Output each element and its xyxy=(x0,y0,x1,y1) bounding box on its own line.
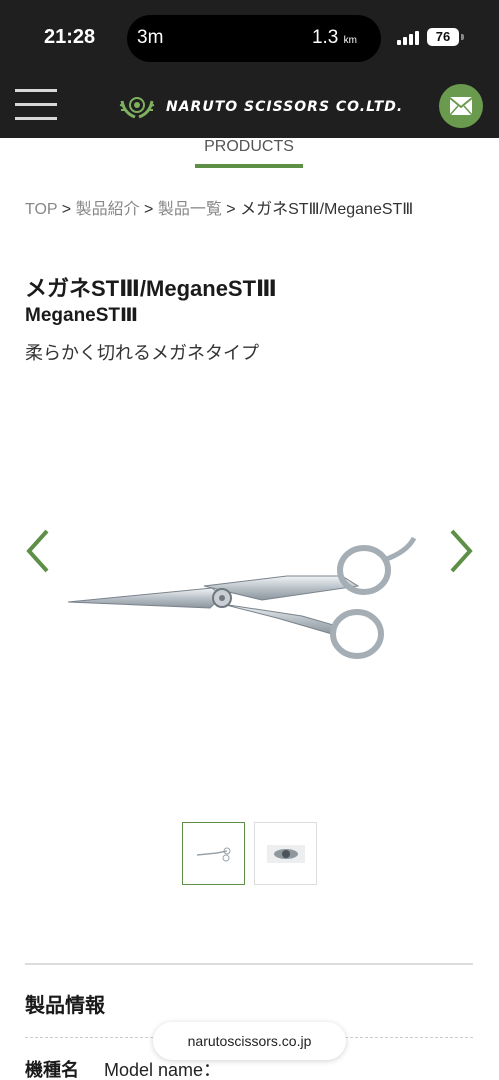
thumbnail-scissors-image xyxy=(196,847,231,862)
status-time: 21:28 xyxy=(44,26,96,48)
battery-tip xyxy=(461,34,464,40)
breadcrumb-product-list[interactable]: 製品一覧 xyxy=(158,201,222,218)
breadcrumb: TOP > 製品紹介 > 製品一覧 > メガネSTⅢ/MeganeSTⅢ xyxy=(25,201,475,218)
product-title: メガネSTⅢ/MeganeSTⅢ xyxy=(25,276,277,301)
tab-products-label: PRODUCTS xyxy=(204,138,294,155)
product-image-scissors xyxy=(67,536,417,659)
breadcrumb-top[interactable]: TOP xyxy=(25,201,57,218)
chevron-left-icon[interactable] xyxy=(23,527,53,575)
thumbnail-pivot-image xyxy=(267,845,305,863)
section-divider xyxy=(25,963,473,965)
site-logo[interactable]: NARUTO SCISSORS CO.LTD. xyxy=(118,93,403,121)
mail-icon xyxy=(449,97,473,116)
model-name-label: 機種名 xyxy=(25,1060,79,1080)
chevron-right-icon[interactable] xyxy=(446,527,476,575)
breadcrumb-products-intro[interactable]: 製品紹介 xyxy=(76,201,140,218)
product-description: 柔らかく切れるメガネタイプ xyxy=(25,343,259,363)
dynamic-island[interactable]: 3m 1.3 km xyxy=(127,15,381,62)
live-activity-timer: 3m xyxy=(137,27,164,48)
breadcrumb-separator: > xyxy=(61,201,72,218)
live-activity-distance: 1.3 km xyxy=(311,27,357,48)
status-bar: 21:28 3m 1.3 km 76 xyxy=(0,0,499,75)
tab-products[interactable]: PRODUCTS xyxy=(195,138,303,168)
gallery-thumbnail-1[interactable] xyxy=(182,822,245,885)
site-header: NARUTO SCISSORS CO.LTD. xyxy=(0,75,499,138)
breadcrumb-separator: > xyxy=(144,201,154,218)
breadcrumb-separator: > xyxy=(226,201,236,218)
product-subtitle: MeganeSTⅢ xyxy=(25,305,138,326)
browser-url-bar[interactable]: narutoscissors.co.jp xyxy=(153,1022,346,1060)
hamburger-icon[interactable] xyxy=(15,89,57,121)
product-info-heading: 製品情報 xyxy=(25,995,105,1017)
signal-icon xyxy=(397,31,421,45)
tab-active-indicator xyxy=(195,164,303,168)
breadcrumb-current: メガネSTⅢ/MeganeSTⅢ xyxy=(240,201,414,218)
mail-button[interactable] xyxy=(439,84,483,128)
gallery-thumbnail-2[interactable] xyxy=(254,822,317,885)
laurel-emblem-icon xyxy=(119,97,155,119)
logo-text: NARUTO SCISSORS CO.LTD. xyxy=(166,99,404,115)
battery-icon: 76 xyxy=(427,28,459,46)
